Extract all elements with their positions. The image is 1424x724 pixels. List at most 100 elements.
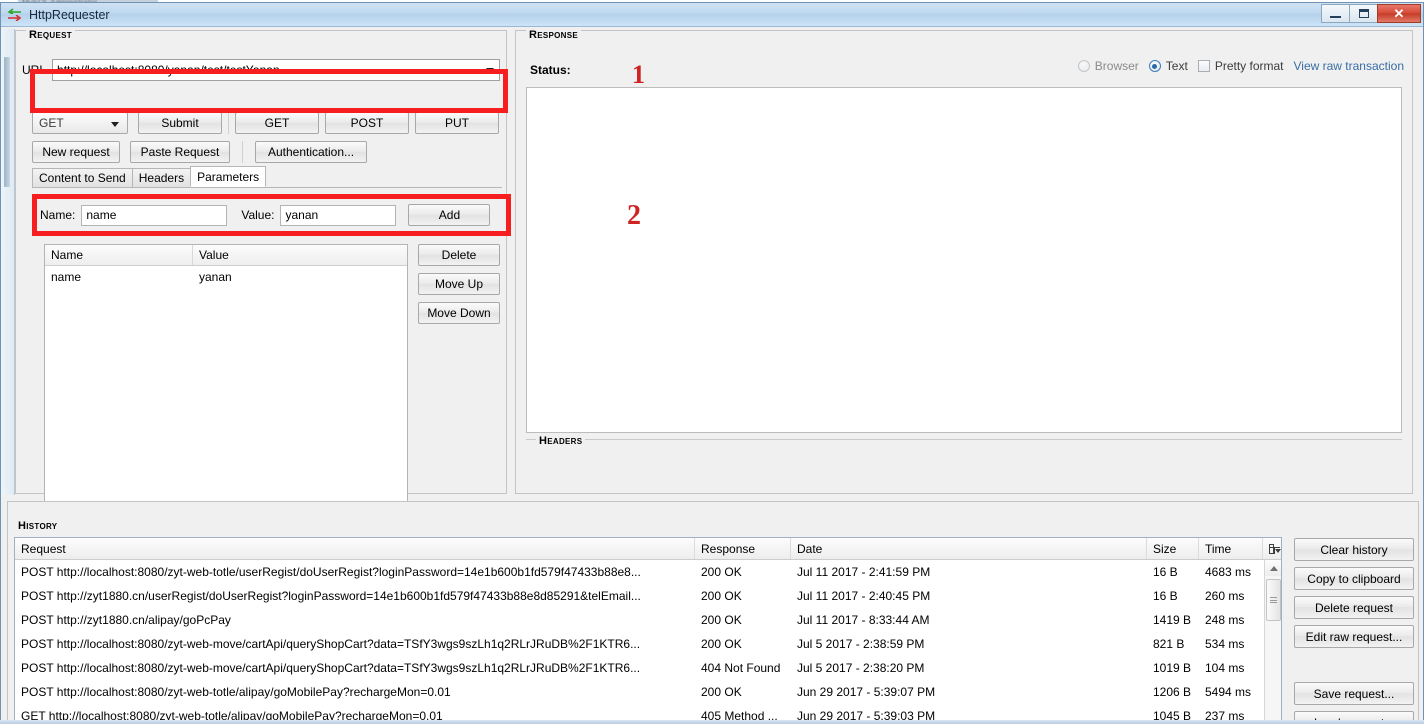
response-body-textarea[interactable] — [526, 87, 1402, 433]
chevron-down-icon — [1275, 549, 1281, 553]
maximize-icon — [1358, 9, 1369, 18]
put-button[interactable]: PUT — [415, 112, 499, 134]
scrollbar-thumb[interactable] — [1266, 579, 1281, 621]
add-parameter-button[interactable]: Add — [408, 204, 491, 226]
cell-time: 5494 ms — [1205, 685, 1252, 699]
cell-size: 1419 B — [1153, 613, 1192, 627]
response-group-label: Response — [526, 29, 582, 41]
annotation-number-2: 2 — [627, 200, 641, 231]
history-group-label: History — [18, 520, 58, 532]
save-request-button[interactable]: Save request... — [1294, 682, 1414, 705]
chevron-down-icon — [111, 122, 119, 127]
move-up-button[interactable]: Move Up — [418, 273, 500, 295]
maximize-button[interactable] — [1349, 4, 1378, 23]
table-row[interactable]: POST http://zyt1880.cn/alipay/goPcPay 20… — [15, 608, 1281, 632]
url-input[interactable] — [53, 61, 481, 79]
view-raw-transaction-link[interactable]: View raw transaction — [1294, 59, 1405, 73]
param-value-input[interactable] — [280, 204, 397, 226]
parameters-table-header: Name Value — [45, 245, 407, 266]
new-request-button[interactable]: New request — [32, 141, 120, 163]
column-header-size[interactable]: Size — [1147, 538, 1199, 559]
move-down-button[interactable]: Move Down — [418, 302, 500, 324]
column-header-value[interactable]: Value — [193, 245, 407, 265]
authentication-button[interactable]: Authentication... — [255, 141, 367, 163]
url-combobox[interactable] — [52, 59, 500, 81]
cell-request: POST http://localhost:8080/zyt-web-totle… — [21, 685, 451, 699]
column-header-response[interactable]: Response — [695, 538, 791, 559]
cell-date: Jul 5 2017 - 2:38:59 PM — [797, 637, 925, 651]
table-columns-icon — [1269, 543, 1280, 554]
tab-headers[interactable]: Headers — [131, 168, 192, 187]
main-window: HttpRequester ✕ Request URL http://local… — [0, 2, 1424, 724]
paste-request-button[interactable]: Paste Request — [130, 141, 230, 163]
request-panel: Request URL GET — [15, 29, 511, 502]
cell-date: Jul 5 2017 - 2:38:20 PM — [797, 661, 925, 675]
method-select-value: GET — [39, 116, 64, 130]
param-name-input[interactable] — [81, 204, 228, 226]
status-label: Status: — [530, 63, 571, 77]
checkbox-pretty-format[interactable]: Pretty format — [1197, 59, 1284, 73]
method-row: GET Submit GET POST PUT — [32, 111, 512, 135]
history-table[interactable]: Request Response Date Size Time POST htt… — [14, 537, 1282, 724]
history-buttons: Clear history Copy to clipboard Delete r… — [1294, 538, 1416, 724]
cell-request: POST http://localhost:8080/zyt-web-totle… — [21, 565, 641, 579]
param-name-label: Name: — [40, 208, 76, 222]
table-row[interactable]: name yanan — [45, 266, 407, 288]
cell-request: POST http://localhost:8080/zyt-web-move/… — [21, 637, 641, 651]
column-header-name[interactable]: Name — [45, 245, 193, 265]
tab-content-to-send[interactable]: Content to Send — [32, 168, 133, 187]
parameters-table[interactable]: Name Value name yanan — [44, 244, 408, 502]
column-chooser-button[interactable] — [1263, 538, 1281, 559]
annotation-number-1: 1 — [632, 60, 645, 89]
history-panel: History Request Response Date Size Time — [7, 501, 1419, 724]
request-tabs: Content to Send Headers Parameters — [32, 166, 502, 188]
radio-browser[interactable]: Browser — [1077, 59, 1139, 73]
headers-group-label: Headers — [536, 435, 586, 447]
delete-parameter-button[interactable]: Delete — [418, 244, 500, 266]
clear-history-button[interactable]: Clear history — [1294, 538, 1414, 561]
response-headers-section — [526, 439, 1402, 487]
request-actions-row: New request Paste Request Authentication… — [32, 141, 367, 163]
url-dropdown-arrow[interactable] — [481, 60, 499, 80]
table-row[interactable]: POST http://localhost:8080/zyt-web-totle… — [15, 680, 1281, 704]
table-row[interactable]: POST http://zyt1880.cn/userRegist/doUser… — [15, 584, 1281, 608]
left-scrollbar-thumb[interactable] — [4, 57, 10, 187]
radio-text[interactable]: Text — [1148, 59, 1188, 73]
param-value-label: Value: — [241, 208, 275, 222]
column-header-request[interactable]: Request — [15, 538, 695, 559]
delete-request-button[interactable]: Delete request — [1294, 596, 1414, 619]
history-scrollbar[interactable] — [1264, 560, 1281, 724]
edit-raw-request-button[interactable]: Edit raw request... — [1294, 625, 1414, 648]
left-scrollbar[interactable] — [1, 29, 15, 495]
request-response-arrows-icon — [6, 6, 24, 24]
cell-request: POST http://zyt1880.cn/alipay/goPcPay — [21, 613, 231, 627]
column-header-date[interactable]: Date — [791, 538, 1147, 559]
close-button[interactable]: ✕ — [1377, 4, 1421, 23]
response-view-options: Browser Text Pretty format View raw tran… — [1077, 59, 1405, 73]
table-row[interactable]: POST http://localhost:8080/zyt-web-move/… — [15, 632, 1281, 656]
radio-text-label: Text — [1165, 59, 1188, 73]
tab-parameters[interactable]: Parameters — [190, 166, 267, 187]
method-select[interactable]: GET — [32, 112, 128, 134]
radio-browser-label: Browser — [1094, 59, 1139, 73]
post-button[interactable]: POST — [325, 112, 409, 134]
column-header-time[interactable]: Time — [1199, 538, 1263, 559]
get-button[interactable]: GET — [235, 112, 319, 134]
cell-date: Jul 11 2017 - 2:41:59 PM — [797, 565, 931, 579]
minimize-button[interactable] — [1321, 4, 1350, 23]
cell-response: 200 OK — [701, 613, 742, 627]
response-panel: Response Status: Browser Text Pretty for… — [515, 29, 1413, 494]
cell-time: 534 ms — [1205, 637, 1245, 651]
copy-to-clipboard-button[interactable]: Copy to clipboard — [1294, 567, 1414, 590]
radio-selected-icon — [1148, 60, 1161, 72]
toolbar-separator — [228, 112, 229, 134]
history-table-header: Request Response Date Size Time — [15, 538, 1281, 560]
submit-button[interactable]: Submit — [138, 112, 222, 134]
cell-response: 200 OK — [701, 637, 742, 651]
button-group-spacer — [1294, 654, 1416, 676]
table-row[interactable]: POST http://localhost:8080/zyt-web-totle… — [15, 560, 1281, 584]
url-label: URL — [22, 63, 47, 77]
cell-size: 16 B — [1153, 589, 1178, 603]
scroll-up-button[interactable] — [1265, 560, 1281, 576]
table-row[interactable]: POST http://localhost:8080/zyt-web-move/… — [15, 656, 1281, 680]
